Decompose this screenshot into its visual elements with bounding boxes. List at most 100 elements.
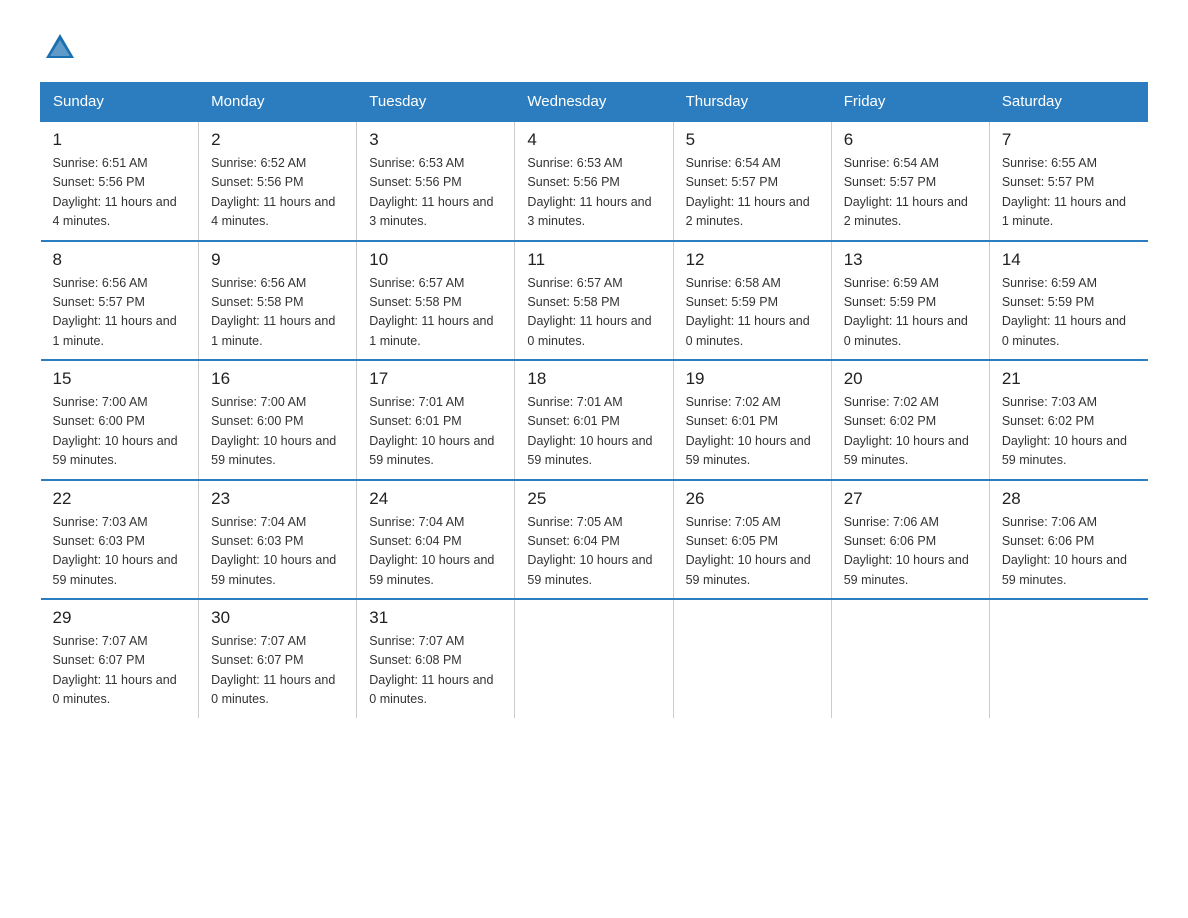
calendar-cell: 13 Sunrise: 6:59 AM Sunset: 5:59 PM Dayl… (831, 241, 989, 361)
calendar-cell: 28 Sunrise: 7:06 AM Sunset: 6:06 PM Dayl… (989, 480, 1147, 600)
day-number: 29 (53, 608, 187, 628)
day-info: Sunrise: 6:59 AM Sunset: 5:59 PM Dayligh… (844, 274, 977, 352)
calendar-cell: 15 Sunrise: 7:00 AM Sunset: 6:00 PM Dayl… (41, 360, 199, 480)
calendar-cell: 7 Sunrise: 6:55 AM Sunset: 5:57 PM Dayli… (989, 121, 1147, 241)
logo (40, 30, 78, 62)
calendar-cell: 29 Sunrise: 7:07 AM Sunset: 6:07 PM Dayl… (41, 599, 199, 718)
calendar-cell (673, 599, 831, 718)
day-number: 26 (686, 489, 819, 509)
day-info: Sunrise: 6:59 AM Sunset: 5:59 PM Dayligh… (1002, 274, 1136, 352)
calendar-cell: 1 Sunrise: 6:51 AM Sunset: 5:56 PM Dayli… (41, 121, 199, 241)
calendar-cell: 18 Sunrise: 7:01 AM Sunset: 6:01 PM Dayl… (515, 360, 673, 480)
header-sunday: Sunday (41, 83, 199, 122)
calendar-header-row: SundayMondayTuesdayWednesdayThursdayFrid… (41, 83, 1148, 122)
day-number: 18 (527, 369, 660, 389)
day-number: 19 (686, 369, 819, 389)
calendar-cell: 11 Sunrise: 6:57 AM Sunset: 5:58 PM Dayl… (515, 241, 673, 361)
day-info: Sunrise: 6:56 AM Sunset: 5:58 PM Dayligh… (211, 274, 344, 352)
week-row-2: 8 Sunrise: 6:56 AM Sunset: 5:57 PM Dayli… (41, 241, 1148, 361)
day-number: 1 (53, 130, 187, 150)
calendar-cell (831, 599, 989, 718)
day-info: Sunrise: 7:06 AM Sunset: 6:06 PM Dayligh… (1002, 513, 1136, 591)
day-number: 20 (844, 369, 977, 389)
day-info: Sunrise: 6:53 AM Sunset: 5:56 PM Dayligh… (527, 154, 660, 232)
day-number: 4 (527, 130, 660, 150)
calendar-cell: 6 Sunrise: 6:54 AM Sunset: 5:57 PM Dayli… (831, 121, 989, 241)
calendar-cell: 12 Sunrise: 6:58 AM Sunset: 5:59 PM Dayl… (673, 241, 831, 361)
calendar-cell: 22 Sunrise: 7:03 AM Sunset: 6:03 PM Dayl… (41, 480, 199, 600)
day-info: Sunrise: 7:01 AM Sunset: 6:01 PM Dayligh… (369, 393, 502, 471)
calendar-cell: 27 Sunrise: 7:06 AM Sunset: 6:06 PM Dayl… (831, 480, 989, 600)
day-number: 31 (369, 608, 502, 628)
day-info: Sunrise: 6:58 AM Sunset: 5:59 PM Dayligh… (686, 274, 819, 352)
calendar-cell: 8 Sunrise: 6:56 AM Sunset: 5:57 PM Dayli… (41, 241, 199, 361)
day-number: 25 (527, 489, 660, 509)
day-info: Sunrise: 6:54 AM Sunset: 5:57 PM Dayligh… (686, 154, 819, 232)
day-info: Sunrise: 6:54 AM Sunset: 5:57 PM Dayligh… (844, 154, 977, 232)
day-number: 11 (527, 250, 660, 270)
day-info: Sunrise: 7:07 AM Sunset: 6:07 PM Dayligh… (53, 632, 187, 710)
day-info: Sunrise: 7:06 AM Sunset: 6:06 PM Dayligh… (844, 513, 977, 591)
day-number: 13 (844, 250, 977, 270)
calendar-cell: 31 Sunrise: 7:07 AM Sunset: 6:08 PM Dayl… (357, 599, 515, 718)
day-info: Sunrise: 6:55 AM Sunset: 5:57 PM Dayligh… (1002, 154, 1136, 232)
day-info: Sunrise: 7:07 AM Sunset: 6:07 PM Dayligh… (211, 632, 344, 710)
calendar-cell: 14 Sunrise: 6:59 AM Sunset: 5:59 PM Dayl… (989, 241, 1147, 361)
calendar-cell: 21 Sunrise: 7:03 AM Sunset: 6:02 PM Dayl… (989, 360, 1147, 480)
day-number: 3 (369, 130, 502, 150)
day-info: Sunrise: 7:01 AM Sunset: 6:01 PM Dayligh… (527, 393, 660, 471)
day-number: 16 (211, 369, 344, 389)
day-info: Sunrise: 7:02 AM Sunset: 6:01 PM Dayligh… (686, 393, 819, 471)
day-number: 30 (211, 608, 344, 628)
calendar-cell: 26 Sunrise: 7:05 AM Sunset: 6:05 PM Dayl… (673, 480, 831, 600)
day-info: Sunrise: 7:07 AM Sunset: 6:08 PM Dayligh… (369, 632, 502, 710)
day-number: 7 (1002, 130, 1136, 150)
logo-icon (42, 30, 78, 66)
calendar-cell: 30 Sunrise: 7:07 AM Sunset: 6:07 PM Dayl… (199, 599, 357, 718)
calendar-cell: 23 Sunrise: 7:04 AM Sunset: 6:03 PM Dayl… (199, 480, 357, 600)
header-monday: Monday (199, 83, 357, 122)
calendar-cell: 9 Sunrise: 6:56 AM Sunset: 5:58 PM Dayli… (199, 241, 357, 361)
week-row-1: 1 Sunrise: 6:51 AM Sunset: 5:56 PM Dayli… (41, 121, 1148, 241)
day-number: 14 (1002, 250, 1136, 270)
header-saturday: Saturday (989, 83, 1147, 122)
day-info: Sunrise: 7:03 AM Sunset: 6:03 PM Dayligh… (53, 513, 187, 591)
header-friday: Friday (831, 83, 989, 122)
calendar-cell: 10 Sunrise: 6:57 AM Sunset: 5:58 PM Dayl… (357, 241, 515, 361)
day-number: 28 (1002, 489, 1136, 509)
day-info: Sunrise: 7:00 AM Sunset: 6:00 PM Dayligh… (53, 393, 187, 471)
day-info: Sunrise: 6:57 AM Sunset: 5:58 PM Dayligh… (369, 274, 502, 352)
day-number: 6 (844, 130, 977, 150)
day-number: 9 (211, 250, 344, 270)
calendar-cell: 20 Sunrise: 7:02 AM Sunset: 6:02 PM Dayl… (831, 360, 989, 480)
calendar-cell: 16 Sunrise: 7:00 AM Sunset: 6:00 PM Dayl… (199, 360, 357, 480)
calendar-cell: 3 Sunrise: 6:53 AM Sunset: 5:56 PM Dayli… (357, 121, 515, 241)
header-tuesday: Tuesday (357, 83, 515, 122)
day-number: 22 (53, 489, 187, 509)
day-info: Sunrise: 7:04 AM Sunset: 6:04 PM Dayligh… (369, 513, 502, 591)
day-number: 10 (369, 250, 502, 270)
day-number: 24 (369, 489, 502, 509)
calendar-cell: 4 Sunrise: 6:53 AM Sunset: 5:56 PM Dayli… (515, 121, 673, 241)
day-number: 15 (53, 369, 187, 389)
calendar-cell: 25 Sunrise: 7:05 AM Sunset: 6:04 PM Dayl… (515, 480, 673, 600)
day-info: Sunrise: 7:00 AM Sunset: 6:00 PM Dayligh… (211, 393, 344, 471)
page-header (40, 30, 1148, 62)
day-info: Sunrise: 7:03 AM Sunset: 6:02 PM Dayligh… (1002, 393, 1136, 471)
day-number: 17 (369, 369, 502, 389)
day-info: Sunrise: 6:53 AM Sunset: 5:56 PM Dayligh… (369, 154, 502, 232)
day-number: 12 (686, 250, 819, 270)
calendar-cell: 5 Sunrise: 6:54 AM Sunset: 5:57 PM Dayli… (673, 121, 831, 241)
day-info: Sunrise: 6:57 AM Sunset: 5:58 PM Dayligh… (527, 274, 660, 352)
day-number: 2 (211, 130, 344, 150)
day-number: 21 (1002, 369, 1136, 389)
calendar-table: SundayMondayTuesdayWednesdayThursdayFrid… (40, 82, 1148, 718)
week-row-3: 15 Sunrise: 7:00 AM Sunset: 6:00 PM Dayl… (41, 360, 1148, 480)
day-info: Sunrise: 6:56 AM Sunset: 5:57 PM Dayligh… (53, 274, 187, 352)
day-number: 8 (53, 250, 187, 270)
week-row-5: 29 Sunrise: 7:07 AM Sunset: 6:07 PM Dayl… (41, 599, 1148, 718)
header-wednesday: Wednesday (515, 83, 673, 122)
calendar-cell: 24 Sunrise: 7:04 AM Sunset: 6:04 PM Dayl… (357, 480, 515, 600)
day-info: Sunrise: 6:51 AM Sunset: 5:56 PM Dayligh… (53, 154, 187, 232)
week-row-4: 22 Sunrise: 7:03 AM Sunset: 6:03 PM Dayl… (41, 480, 1148, 600)
